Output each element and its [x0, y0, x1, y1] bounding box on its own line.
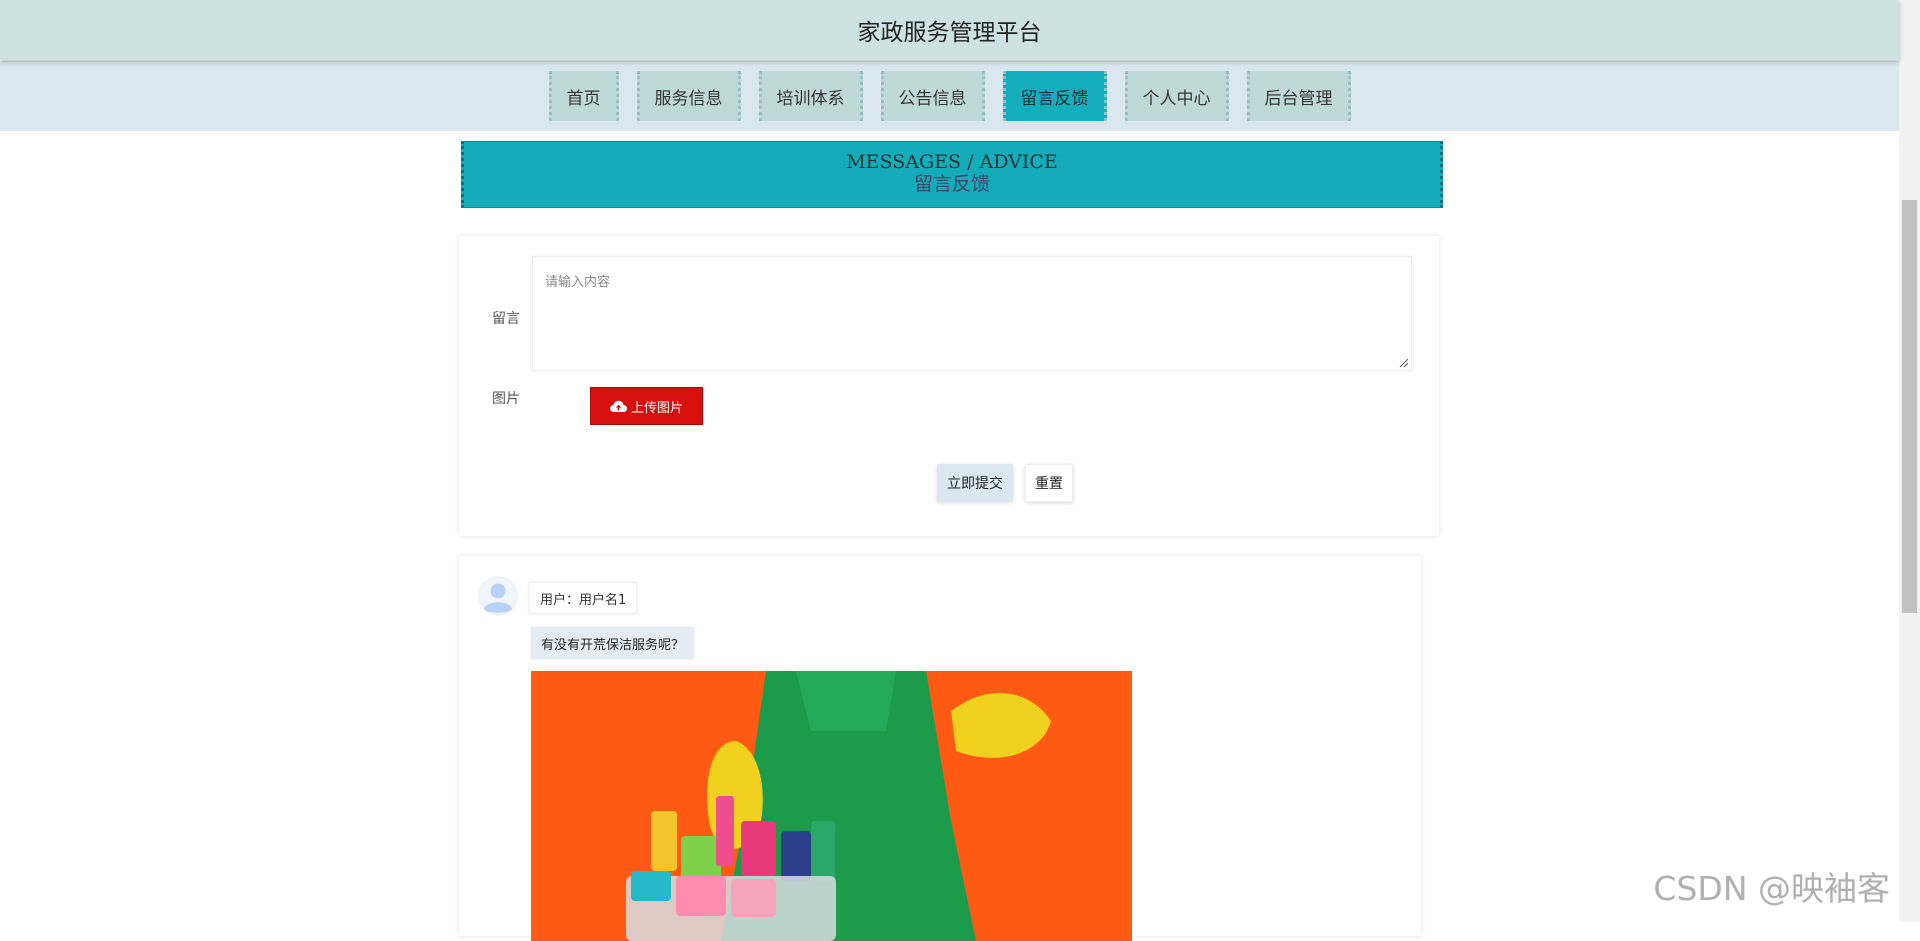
message-placeholder: 请输入内容: [545, 275, 611, 290]
reset-button[interactable]: 重置: [1025, 464, 1073, 502]
message-label: 留言: [492, 311, 520, 327]
nav-item-feedback[interactable]: 留言反馈: [1002, 71, 1107, 121]
nav-item-home[interactable]: 首页: [548, 71, 619, 121]
user-avatar-icon: [478, 576, 518, 616]
comment-username: 用户：用户名1: [529, 582, 638, 614]
scrollbar-thumb[interactable]: [1902, 200, 1917, 613]
upload-image-button[interactable]: 上传图片: [590, 387, 703, 425]
nav-item-admin[interactable]: 后台管理: [1246, 71, 1351, 121]
upload-button-label: 上传图片: [630, 400, 683, 416]
image-label: 图片: [492, 391, 520, 407]
submit-button[interactable]: 立即提交: [937, 464, 1013, 502]
comment-item: 用户：用户名1 有没有开荒保洁服务呢？: [459, 556, 1421, 941]
cloud-upload-icon: [609, 400, 627, 412]
comment-text: 有没有开荒保洁服务呢？: [531, 627, 695, 659]
nav-item-announcements[interactable]: 公告信息: [880, 71, 985, 121]
nav-item-services[interactable]: 服务信息: [636, 71, 741, 121]
message-textarea[interactable]: 请输入内容: [532, 256, 1412, 371]
resize-grip-icon[interactable]: [1399, 358, 1409, 368]
site-header: 家政服务管理平台: [0, 0, 1899, 60]
main-nav: 首页 服务信息 培训体系 公告信息 留言反馈 个人中心 后台管理: [0, 61, 1899, 131]
comment-image: [531, 671, 1132, 941]
banner-title-cn: 留言反馈: [913, 173, 990, 195]
cleaning-illustration: [531, 671, 1132, 941]
nav-item-profile[interactable]: 个人中心: [1124, 71, 1229, 121]
site-title: 家政服务管理平台: [857, 20, 1042, 46]
watermark: CSDN @映袖客: [1653, 869, 1890, 908]
page-scrollbar[interactable]: [1899, 0, 1920, 922]
feedback-form: 留言 请输入内容 图片 上传图片 立即提交 重置: [459, 236, 1439, 536]
banner-title-en: MESSAGES / ADVICE: [846, 151, 1058, 173]
nav-item-training[interactable]: 培训体系: [758, 71, 863, 121]
section-banner: MESSAGES / ADVICE 留言反馈: [461, 141, 1443, 208]
